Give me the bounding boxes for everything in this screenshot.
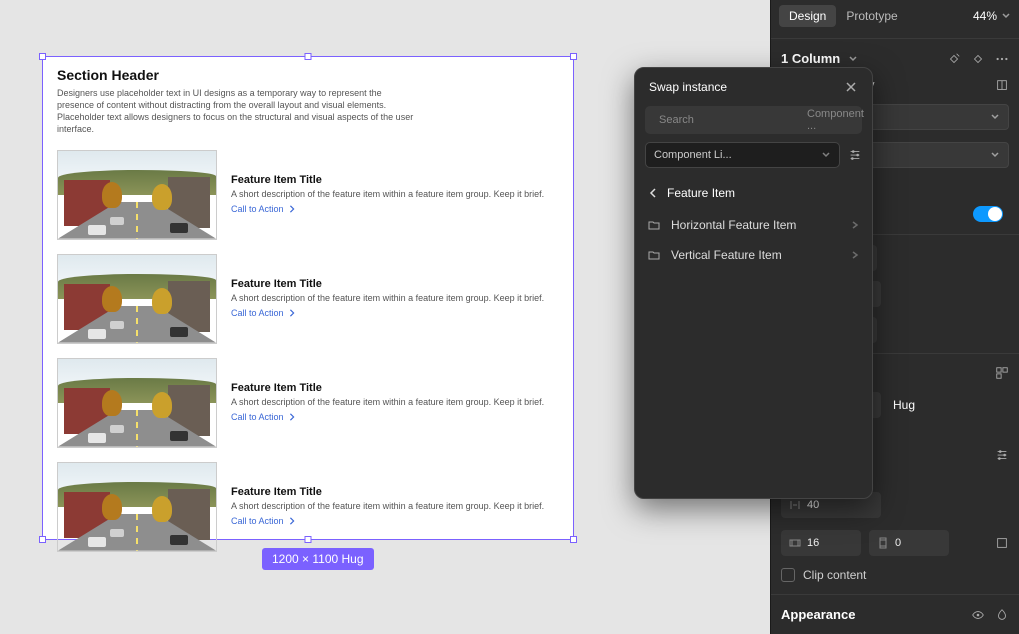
chevron-down-icon [990,112,1000,122]
feature-cta-link[interactable]: Call to Action [231,516,296,526]
resize-handle[interactable] [39,53,46,60]
chevron-down-icon [1001,11,1011,21]
zoom-dropdown[interactable]: 44% [973,9,1011,23]
feature-cta-link[interactable]: Call to Action [231,204,296,214]
feature-image [57,462,217,552]
chevron-right-icon [288,309,296,317]
section-header: Section Header [57,67,559,83]
feature-description: A short description of the feature item … [231,293,544,303]
feature-item[interactable]: Feature Item Title A short description o… [57,150,559,240]
clip-content-label: Clip content [803,568,866,582]
book-icon [995,78,1009,92]
library-dropdown[interactable]: Component Li... [645,142,840,168]
feature-image [57,358,217,448]
gap-icon [789,499,801,511]
vertical-padding-field[interactable]: 0 [869,530,949,556]
feature-item[interactable]: Feature Item Title A short description o… [57,358,559,448]
chevron-down-icon [821,150,831,160]
chevron-down-icon[interactable] [848,54,858,64]
selection-name[interactable]: 1 Column [781,51,840,66]
component-option[interactable]: Horizontal Feature Item [635,210,872,240]
folder-icon [647,248,661,262]
selected-frame[interactable]: Section Header Designers use placeholder… [42,56,574,540]
chevron-right-icon [288,517,296,525]
feature-title: Feature Item Title [231,382,544,394]
appearance-section-title: Appearance [781,607,855,622]
resize-handle[interactable] [305,536,312,543]
hug-label[interactable]: Hug [893,398,915,412]
component-option[interactable]: Vertical Feature Item [635,240,872,270]
feature-item[interactable]: Feature Item Title A short description o… [57,254,559,344]
feature-cta-link[interactable]: Call to Action [231,412,296,422]
chevron-right-icon [288,413,296,421]
eye-icon[interactable] [971,608,985,622]
search-input[interactable] [659,114,801,126]
padding-horizontal-icon [789,537,801,549]
detach-instance-icon[interactable] [947,52,961,66]
chevron-right-icon [850,250,860,260]
resize-handle[interactable] [570,53,577,60]
feature-cta-link[interactable]: Call to Action [231,308,296,318]
autolayout-settings-icon[interactable] [995,366,1009,380]
section-description: Designers use placeholder text in UI des… [57,87,417,136]
individual-padding-icon[interactable] [995,536,1009,550]
header-description-toggle[interactable] [973,206,1003,222]
resize-handle[interactable] [39,536,46,543]
breadcrumb-back[interactable]: Feature Item [635,176,872,210]
popover-title: Swap instance [649,80,727,94]
clip-content-checkbox[interactable] [781,568,795,582]
chevron-right-icon [850,220,860,230]
settings-sliders-icon[interactable] [995,448,1009,462]
feature-description: A short description of the feature item … [231,189,544,199]
chevron-down-icon [990,150,1000,160]
swap-instance-popover: Swap instance Component ... Component Li… [634,67,873,499]
padding-vertical-icon [877,537,889,549]
chevron-right-icon [288,205,296,213]
feature-title: Feature Item Title [231,486,544,498]
feature-description: A short description of the feature item … [231,397,544,407]
feature-image [57,254,217,344]
feature-title: Feature Item Title [231,278,544,290]
settings-sliders-icon[interactable] [848,148,862,162]
dimension-badge: 1200 × 1100 Hug [262,548,374,570]
horizontal-padding-field[interactable]: 16 [781,530,861,556]
tab-prototype[interactable]: Prototype [836,5,907,27]
more-icon[interactable] [995,52,1009,66]
resize-handle[interactable] [305,53,312,60]
search-scope-label: Component ... [807,108,864,132]
feature-title: Feature Item Title [231,174,544,186]
search-field[interactable]: Component ... [645,106,862,134]
close-icon[interactable] [844,80,858,94]
feature-description: A short description of the feature item … [231,501,544,511]
swap-instance-icon[interactable] [971,52,985,66]
chevron-left-icon [647,187,659,199]
blend-icon[interactable] [995,608,1009,622]
feature-image [57,150,217,240]
resize-handle[interactable] [570,536,577,543]
folder-icon [647,218,661,232]
tab-design[interactable]: Design [779,5,836,27]
